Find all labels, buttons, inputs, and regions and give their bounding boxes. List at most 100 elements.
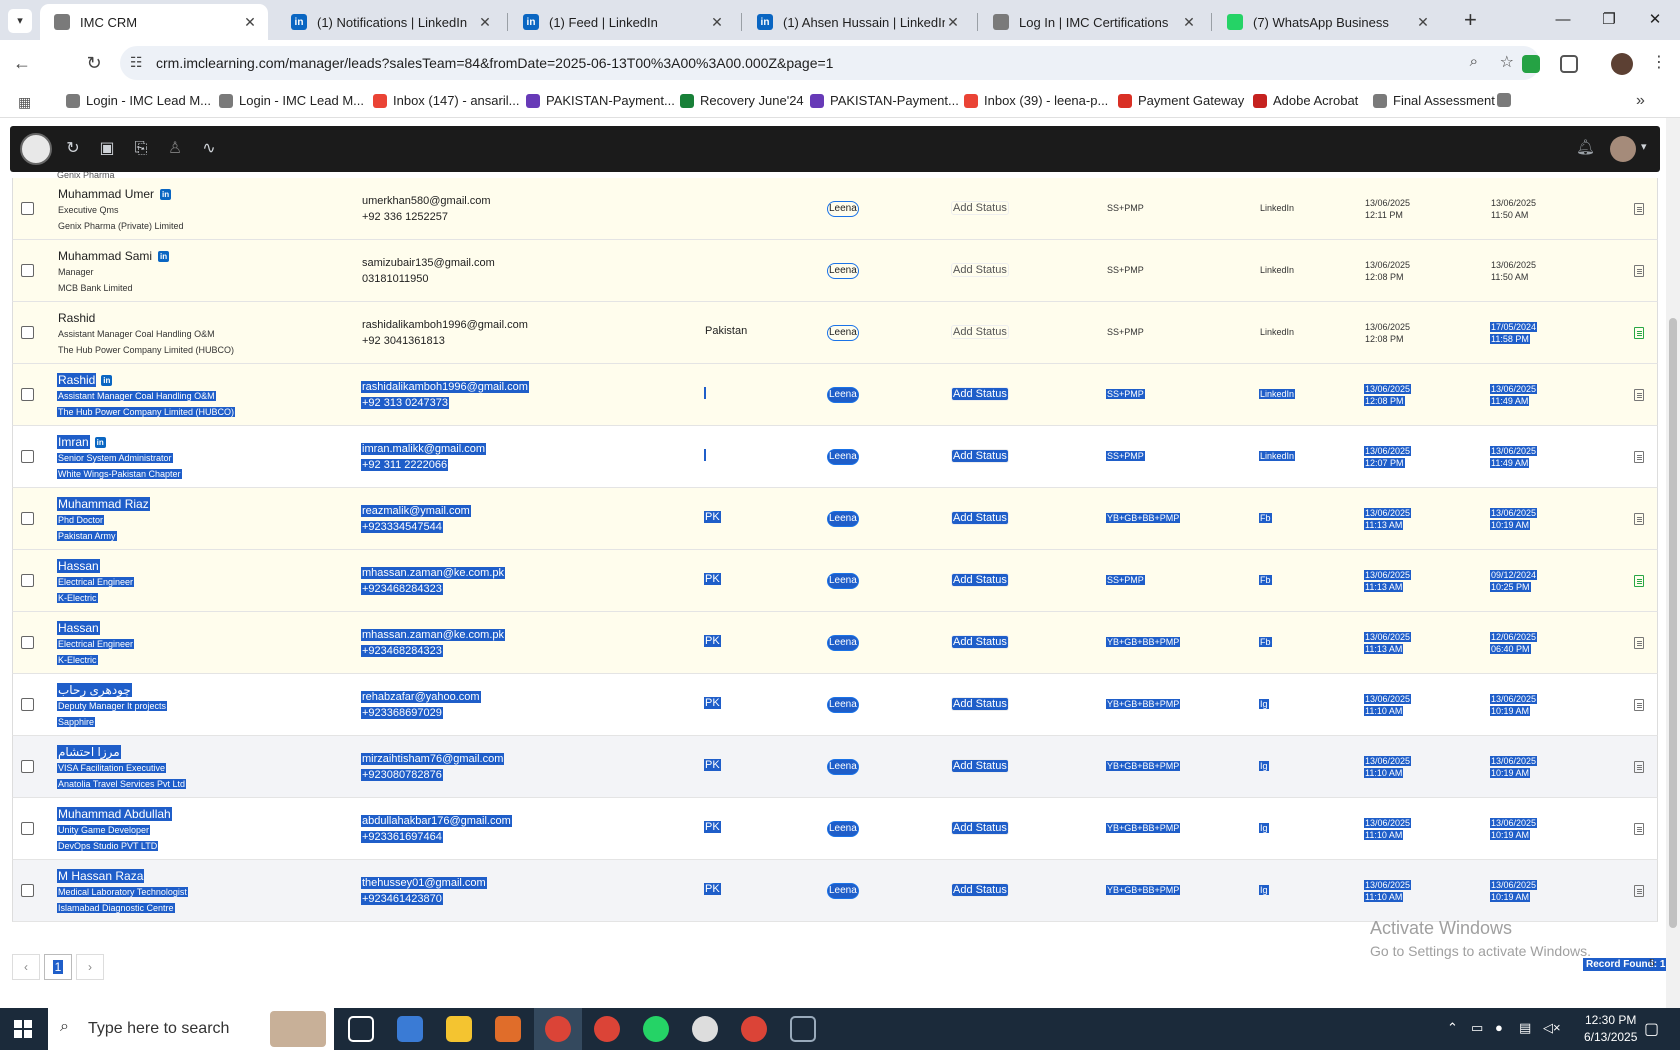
owner-badge[interactable]: Leena	[827, 387, 859, 403]
bookmark-item[interactable]: Login - IMC Lead M...	[219, 93, 364, 108]
back-arrow-icon[interactable]: ←	[10, 52, 34, 76]
maximize-icon[interactable]: ❐	[1586, 6, 1632, 34]
notes-document-icon[interactable]	[1634, 637, 1644, 649]
add-status-button[interactable]: Add Status	[951, 821, 1009, 835]
notes-document-icon[interactable]	[1634, 451, 1644, 463]
zoom-icon[interactable]: ⌕	[1470, 53, 1478, 70]
add-status-button[interactable]: Add Status	[951, 883, 1009, 897]
tray-meet-icon[interactable]: ▭	[1471, 1020, 1483, 1036]
close-tab-icon[interactable]: ✕	[242, 14, 258, 31]
table-row[interactable]: Muhammad Sami in Manager MCB Bank Limited sa…	[12, 240, 1658, 302]
browser-tab[interactable]: IMC CRM ✕	[40, 4, 268, 40]
row-checkbox[interactable]	[21, 388, 34, 401]
close-tab-icon[interactable]: ✕	[1415, 14, 1431, 31]
task-view-icon[interactable]	[348, 1016, 374, 1042]
activity-icon[interactable]: ∿	[198, 138, 220, 160]
row-checkbox[interactable]	[21, 760, 34, 773]
taskbar-clock[interactable]: 12:30 PM 6/13/2025	[1584, 1012, 1637, 1046]
windows-start-icon[interactable]	[14, 1020, 32, 1038]
table-row[interactable]: Muhammad Riaz Phd Doctor Pakistan Army reaz…	[12, 488, 1658, 550]
url-text[interactable]: crm.imclearning.com/manager/leads?salesT…	[156, 55, 833, 71]
row-checkbox[interactable]	[21, 202, 34, 215]
browser-tab[interactable]: in (1) Ahsen Hussain | LinkedIn ✕	[743, 4, 971, 40]
linkedin-icon[interactable]: in	[94, 437, 106, 448]
bookmark-item[interactable]: Inbox (39) - leena-p...	[964, 93, 1108, 108]
calendar-icon[interactable]: ▣	[96, 138, 118, 160]
lead-name[interactable]: Muhammad Riaz	[57, 497, 150, 511]
apps-grid-icon[interactable]: ▦	[18, 94, 31, 111]
lead-name[interactable]: Muhammad Abdullah	[57, 807, 172, 821]
bookmark-item[interactable]: Adobe Acrobat	[1253, 93, 1358, 108]
document-icon[interactable]: ⎘	[130, 138, 152, 160]
bookmark-item[interactable]: Final Assessment	[1373, 93, 1495, 108]
bookmark-item[interactable]: PAKISTAN-Payment...	[526, 93, 675, 108]
tray-chevron-up-icon[interactable]: ⌃	[1447, 1020, 1458, 1036]
lead-name[interactable]: Hassan	[57, 621, 100, 635]
notes-document-icon[interactable]	[1634, 265, 1644, 277]
row-checkbox[interactable]	[21, 264, 34, 277]
chrome-icon[interactable]	[545, 1016, 571, 1042]
reload-icon[interactable]: ↻	[82, 52, 106, 76]
settings-gear-icon[interactable]	[790, 1016, 816, 1042]
user-avatar[interactable]	[1610, 136, 1636, 162]
owner-badge[interactable]: Leena	[827, 635, 859, 651]
user-icon[interactable]: ♙	[164, 138, 186, 160]
scrollbar-thumb[interactable]	[1669, 318, 1677, 928]
add-status-button[interactable]: Add Status	[951, 325, 1009, 339]
extensions-puzzle-icon[interactable]	[1560, 55, 1578, 73]
table-row[interactable]: مرزا احتشام VISA Facilitation Executive An…	[12, 736, 1658, 798]
close-tab-icon[interactable]: ✕	[709, 14, 725, 31]
lead-name[interactable]: چودھری رحاب	[57, 683, 132, 697]
next-page-button[interactable]: ›	[76, 954, 104, 980]
notes-document-icon[interactable]	[1634, 699, 1644, 711]
owner-badge[interactable]: Leena	[827, 511, 859, 527]
close-tab-icon[interactable]: ✕	[945, 14, 961, 31]
file-explorer-icon[interactable]	[446, 1016, 472, 1042]
browser-profile-avatar[interactable]	[1611, 53, 1633, 75]
browser-tab[interactable]: (7) WhatsApp Business ✕	[1213, 4, 1441, 40]
add-status-button[interactable]: Add Status	[951, 635, 1009, 649]
tab-search-chevron-icon[interactable]: ▾	[8, 9, 32, 33]
lead-name[interactable]: مرزا احتشام	[57, 745, 121, 759]
row-checkbox[interactable]	[21, 822, 34, 835]
browser-menu-icon[interactable]: ⋮	[1651, 52, 1667, 72]
speaker-muted-icon[interactable]: ◁×	[1543, 1020, 1561, 1036]
site-info-icon[interactable]: ☷	[130, 54, 143, 71]
taskbar-search-box[interactable]: ⌕ Type here to search	[48, 1008, 334, 1050]
table-row[interactable]: چودھری رحاب Deputy Manager It projects Sap…	[12, 674, 1658, 736]
bookmark-item[interactable]: Inbox (147) - ansaril...	[373, 93, 519, 108]
notes-document-icon[interactable]	[1634, 389, 1644, 401]
bookmark-star-icon[interactable]: ☆	[1500, 52, 1514, 72]
table-row[interactable]: Muhammad Abdullah Unity Game Developer Dev…	[12, 798, 1658, 860]
table-row[interactable]: Hassan Electrical Engineer K-Electric mhass…	[12, 550, 1658, 612]
network-icon[interactable]: ▤	[1519, 1020, 1531, 1036]
chrome-icon[interactable]	[741, 1016, 767, 1042]
linkedin-icon[interactable]: in	[158, 251, 170, 262]
bookmark-overflow-icon[interactable]	[1497, 93, 1517, 107]
table-row[interactable]: Muhammad Umer in Executive Qms Genix Pharma…	[12, 178, 1658, 240]
close-tab-icon[interactable]: ✕	[477, 14, 493, 31]
close-tab-icon[interactable]: ✕	[1181, 14, 1197, 31]
add-status-button[interactable]: Add Status	[951, 263, 1009, 277]
notification-bell-icon[interactable]: 🔔︎	[1576, 138, 1595, 156]
owner-badge[interactable]: Leena	[827, 325, 859, 341]
lead-name[interactable]: M Hassan Raza	[57, 869, 145, 883]
owner-badge[interactable]: Leena	[827, 821, 859, 837]
owner-badge[interactable]: Leena	[827, 449, 859, 465]
owner-badge[interactable]: Leena	[827, 759, 859, 775]
new-tab-plus-icon[interactable]: +	[1464, 8, 1477, 32]
bookmark-item[interactable]: PAKISTAN-Payment...	[810, 93, 959, 108]
app-icon[interactable]	[495, 1016, 521, 1042]
lead-name[interactable]: Muhammad Sami	[57, 249, 153, 263]
bookmark-item[interactable]: Login - IMC Lead M...	[66, 93, 211, 108]
chevron-down-icon[interactable]: ▾	[1641, 140, 1647, 153]
notes-document-icon[interactable]	[1634, 513, 1644, 525]
clock-app-icon[interactable]	[692, 1016, 718, 1042]
row-checkbox[interactable]	[21, 512, 34, 525]
browser-tab[interactable]: in (1) Feed | LinkedIn ✕	[509, 4, 735, 40]
owner-badge[interactable]: Leena	[827, 573, 859, 589]
add-status-button[interactable]: Add Status	[951, 573, 1009, 587]
notes-document-icon[interactable]	[1634, 823, 1644, 835]
extension-green-icon[interactable]	[1522, 55, 1540, 73]
close-window-icon[interactable]: ✕	[1632, 6, 1678, 34]
